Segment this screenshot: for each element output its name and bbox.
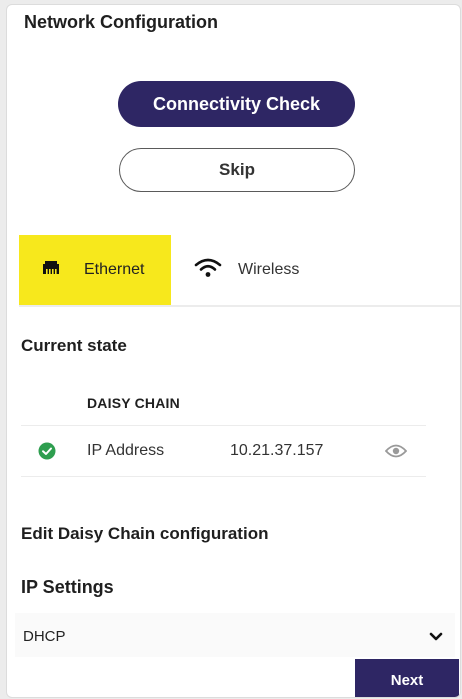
wifi-icon <box>194 258 222 283</box>
current-state-heading: Current state <box>21 336 127 355</box>
tab-wireless[interactable]: Wireless <box>194 235 344 305</box>
tab-ethernet[interactable]: Ethernet <box>19 235 171 305</box>
page-title: Network Configuration <box>24 12 218 32</box>
check-circle-icon <box>38 442 56 465</box>
network-config-panel: Network Configuration Connectivity Check… <box>6 4 461 698</box>
tab-ethernet-label: Ethernet <box>84 261 145 278</box>
ip-address-label: IP Address <box>87 442 165 459</box>
ip-address-row: IP Address 10.21.37.157 <box>21 425 426 477</box>
ip-settings-label: IP Settings <box>21 577 114 597</box>
connection-tabs: Ethernet Wireless <box>19 235 460 307</box>
eye-icon[interactable] <box>384 443 408 464</box>
ethernet-icon <box>40 260 62 280</box>
connectivity-check-button[interactable]: Connectivity Check <box>118 81 355 127</box>
tab-wireless-label: Wireless <box>238 261 300 278</box>
next-button[interactable]: Next <box>355 659 459 697</box>
chevron-down-icon <box>429 629 443 647</box>
ip-settings-select[interactable]: DHCP <box>15 613 455 657</box>
edit-daisy-chain-heading: Edit Daisy Chain configuration <box>21 524 269 543</box>
skip-button[interactable]: Skip <box>119 148 355 192</box>
ip-address-value: 10.21.37.157 <box>230 442 324 459</box>
ip-settings-selected-value: DHCP <box>23 628 66 645</box>
daisy-chain-title: DAISY CHAIN <box>87 395 180 411</box>
